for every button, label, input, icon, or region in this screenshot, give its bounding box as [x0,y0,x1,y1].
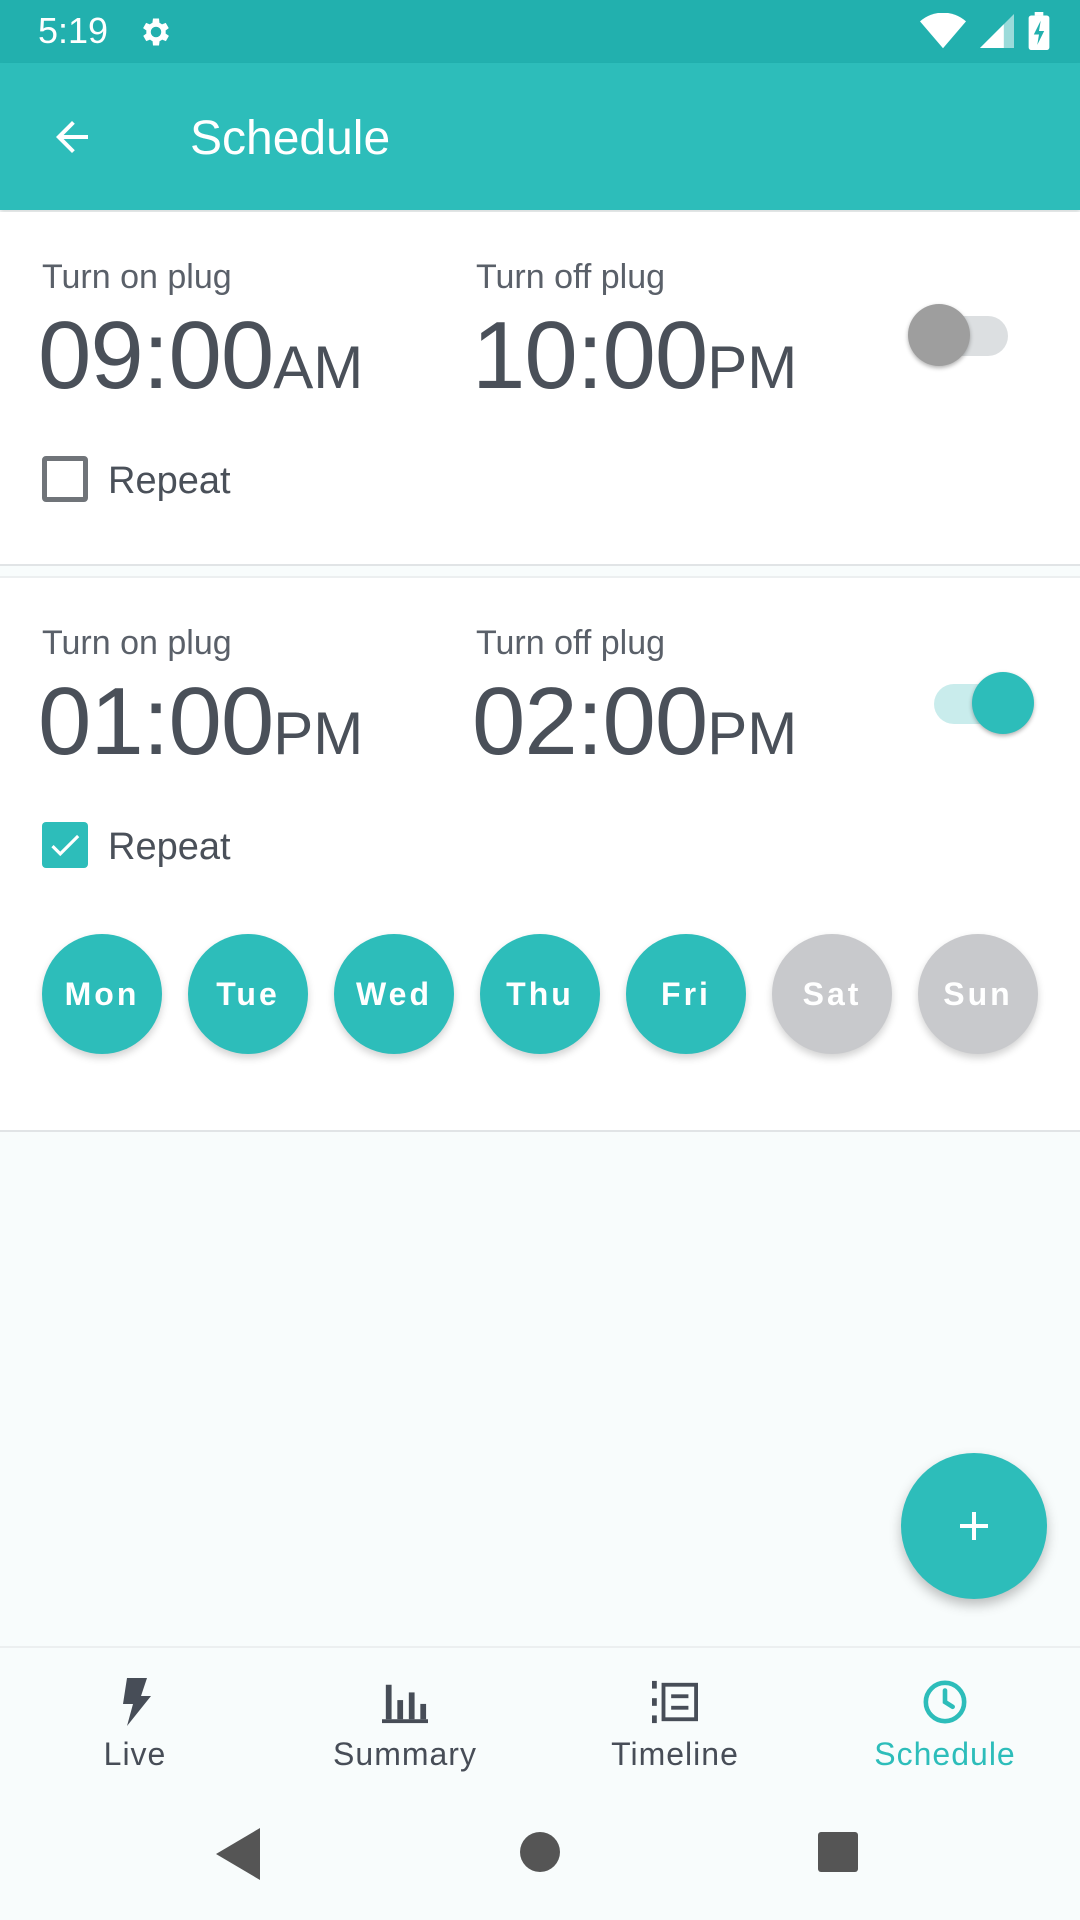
clock-icon [923,1680,967,1724]
turn-on-ampm: AM [273,334,364,401]
bar-chart-icon [382,1684,428,1724]
schedule-enable-toggle[interactable] [934,670,1034,734]
bottom-navigation: Live Summary Timeline Schedule [0,1646,1080,1794]
day-button-tue[interactable]: Tue [188,934,308,1054]
toggle-thumb [972,672,1034,734]
toggle-thumb [908,304,970,366]
schedule-card: Turn on plug 09:00AM Turn off plug 10:00… [0,212,1080,566]
system-home-icon[interactable] [520,1832,560,1872]
turn-on-time-value: 01:00 [38,668,274,775]
weekday-selector: Mon Tue Wed Thu Fri Sat Sun [42,934,1038,1054]
system-recents-icon[interactable] [818,1832,858,1872]
schedule-enable-toggle[interactable] [908,302,1008,366]
system-navigation-bar [0,1794,1080,1920]
repeat-label: Repeat [108,460,231,502]
timeline-list-icon [652,1680,698,1724]
nav-label-summary: Summary [333,1736,477,1772]
arrow-back-icon [56,121,88,153]
status-time: 5:19 [38,10,109,51]
day-button-sun[interactable]: Sun [918,934,1038,1054]
turn-on-time[interactable]: 01:00PM [38,674,363,770]
schedule-card: Turn on plug 01:00PM Turn off plug 02:00… [0,576,1080,1132]
app-bar: Schedule [0,63,1080,210]
page-title: Schedule [190,112,391,165]
settings-gear-icon [143,18,169,46]
turn-on-label: Turn on plug [42,624,232,662]
day-button-thu[interactable]: Thu [480,934,600,1054]
day-button-fri[interactable]: Fri [626,934,746,1054]
nav-item-schedule[interactable]: Schedule [810,1648,1080,1794]
status-bar: 5:19 [0,0,1080,63]
turn-off-ampm: PM [707,700,798,767]
repeat-checkbox[interactable] [42,822,88,868]
turn-off-time-value: 02:00 [472,668,708,775]
nav-label-timeline: Timeline [611,1736,739,1772]
nav-label-schedule: Schedule [874,1736,1016,1772]
nav-item-timeline[interactable]: Timeline [540,1648,810,1794]
add-schedule-button[interactable] [901,1453,1047,1599]
turn-on-label: Turn on plug [42,258,232,296]
battery-charging-icon [1028,12,1050,50]
turn-on-time[interactable]: 09:00AM [38,308,363,404]
system-back-icon[interactable] [216,1828,260,1880]
check-icon [51,834,80,857]
turn-on-ampm: PM [273,700,364,767]
repeat-checkbox[interactable] [42,456,88,502]
lightning-icon [123,1678,151,1726]
turn-off-label: Turn off plug [476,624,666,662]
turn-on-time-value: 09:00 [38,302,274,409]
turn-off-label: Turn off plug [476,258,666,296]
nav-item-summary[interactable]: Summary [270,1648,540,1794]
nav-item-live[interactable]: Live [0,1648,270,1794]
day-button-sat[interactable]: Sat [772,934,892,1054]
nav-label-live: Live [103,1736,167,1772]
day-button-mon[interactable]: Mon [42,934,162,1054]
back-button[interactable] [40,105,104,169]
turn-off-ampm: PM [707,334,798,401]
turn-off-time[interactable]: 10:00PM [472,308,797,404]
turn-off-time-value: 10:00 [472,302,708,409]
wifi-icon [920,13,966,49]
repeat-label: Repeat [108,826,231,868]
cell-signal-icon [980,14,1014,48]
plus-icon [960,1512,988,1540]
turn-off-time[interactable]: 02:00PM [472,674,797,770]
day-button-wed[interactable]: Wed [334,934,454,1054]
